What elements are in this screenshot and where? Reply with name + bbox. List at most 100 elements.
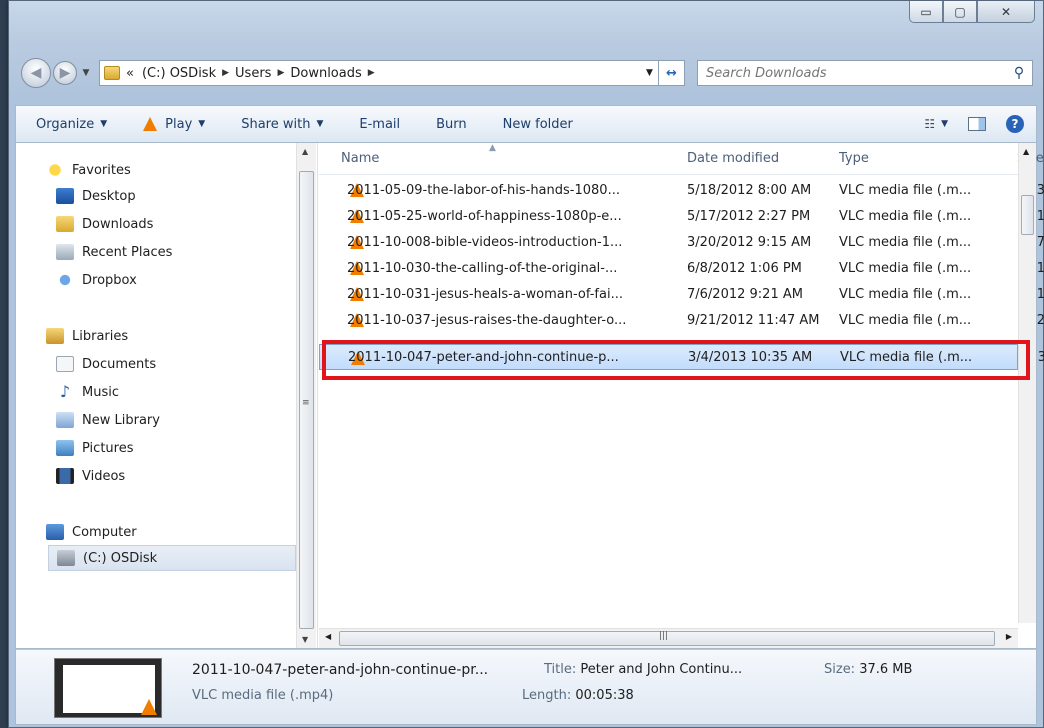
file-list-pane: ▲ Name Date modified Type Size 2011-05-0… <box>319 143 1044 648</box>
scroll-left-icon[interactable]: ◀ <box>325 632 331 641</box>
file-row[interactable]: 2011-05-25-world-of-happiness-1080p-e...… <box>319 203 1044 229</box>
help-button[interactable]: ? <box>1006 115 1024 133</box>
file-row[interactable]: 2011-10-008-bible-videos-introduction-1.… <box>319 229 1044 255</box>
nav-label: Computer <box>72 524 137 540</box>
file-type: VLC media file (.m... <box>839 182 972 198</box>
size-label: Size: <box>824 662 856 677</box>
file-row[interactable]: 2011-10-030-the-calling-of-the-original-… <box>319 255 1044 281</box>
file-type: VLC media file (.m... <box>839 208 972 224</box>
scroll-right-icon[interactable]: ▶ <box>1006 632 1012 641</box>
file-name: 2011-10-031-jesus-heals-a-woman-of-fai..… <box>347 286 623 302</box>
breadcrumb-downloads[interactable]: Downloads <box>284 66 367 81</box>
details-size: Size: 37.6 MB <box>824 662 912 677</box>
breadcrumb-users[interactable]: Users <box>229 66 277 81</box>
file-list-vscroll-thumb[interactable] <box>1021 195 1034 235</box>
column-name[interactable]: Name <box>341 151 379 166</box>
change-view-button[interactable]: ☷ ▼ <box>924 117 948 131</box>
details-title: Title: Peter and John Continu... <box>544 662 742 677</box>
dropbox-icon <box>56 272 74 288</box>
file-name: 2011-10-008-bible-videos-introduction-1.… <box>347 234 623 250</box>
nav-scrollbar[interactable]: ▲ ≡ ▼ <box>296 143 316 648</box>
file-type: VLC media file (.m... <box>839 312 972 328</box>
file-row[interactable]: 2011-05-09-the-labor-of-his-hands-1080..… <box>319 177 1044 203</box>
play-button[interactable]: Play ▼ <box>143 117 205 132</box>
scroll-down-icon[interactable]: ▼ <box>302 635 308 644</box>
file-name: 2011-10-037-jesus-raises-the-daughter-o.… <box>347 312 627 328</box>
back-button[interactable]: ◀ <box>21 58 51 88</box>
nav-documents[interactable]: Documents <box>56 351 156 377</box>
search-input[interactable] <box>706 65 1006 81</box>
breadcrumb-osdisk[interactable]: (C:) OSDisk <box>136 66 222 81</box>
scroll-grip-icon: ||| <box>659 631 669 641</box>
nav-computer[interactable]: Computer <box>46 519 137 545</box>
nav-desktop[interactable]: Desktop <box>56 183 136 209</box>
file-row[interactable]: 2011-10-037-jesus-raises-the-daughter-o.… <box>319 307 1044 333</box>
scroll-grip-icon: ≡ <box>302 398 310 408</box>
pictures-icon <box>56 440 74 456</box>
column-headers: ▲ Name Date modified Type Size <box>319 143 1044 175</box>
file-list-hscrollbar[interactable]: ◀ ||| ▶ <box>319 628 1018 648</box>
recent-places-icon <box>56 244 74 260</box>
sort-ascending-icon: ▲ <box>489 143 496 153</box>
length-label: Length: <box>522 688 572 703</box>
forward-arrow-icon: ▶ <box>59 65 71 81</box>
recent-pages-dropdown[interactable]: ▼ <box>79 68 93 78</box>
file-row-selected[interactable]: 2011-10-047-peter-and-john-continue-p...… <box>319 344 1044 370</box>
file-date: 5/17/2012 2:27 PM <box>687 208 811 224</box>
breadcrumb-chevron-icon[interactable]: ▶ <box>277 68 284 78</box>
breadcrumb-chevron-icon[interactable]: ▶ <box>222 68 229 78</box>
search-box[interactable]: ⚲ <box>697 60 1033 86</box>
refresh-button[interactable]: ↔ <box>659 60 685 86</box>
email-button[interactable]: E-mail <box>359 117 400 132</box>
preview-pane-button[interactable] <box>968 117 986 131</box>
organize-label: Organize <box>36 116 95 132</box>
file-name: 2011-10-047-peter-and-john-continue-p... <box>348 349 619 365</box>
scroll-up-icon[interactable]: ▲ <box>1023 147 1029 156</box>
forward-button[interactable]: ▶ <box>53 61 77 85</box>
details-filetype: VLC media file (.mp4) <box>192 688 334 703</box>
maximize-button[interactable]: ▢ <box>943 1 977 23</box>
file-list-vscrollbar[interactable]: ▲ <box>1018 143 1036 623</box>
burn-button[interactable]: Burn <box>436 117 467 132</box>
main-content: Favorites Desktop Downloads Recent Place… <box>15 143 1044 649</box>
nav-recent-places[interactable]: Recent Places <box>56 239 172 265</box>
nav-downloads[interactable]: Downloads <box>56 211 153 237</box>
scroll-up-icon[interactable]: ▲ <box>302 147 308 156</box>
breadcrumb-overflow[interactable]: « <box>124 66 136 81</box>
nav-osdisk[interactable]: (C:) OSDisk <box>48 545 296 571</box>
organize-button[interactable]: Organize ▼ <box>36 117 107 132</box>
title-value[interactable]: Peter and John Continu... <box>580 662 742 677</box>
nav-label: Downloads <box>82 216 154 232</box>
address-dropdown-icon[interactable]: ▼ <box>640 68 658 78</box>
minimize-button[interactable]: ▭ <box>909 1 943 23</box>
nav-new-library[interactable]: New Library <box>56 407 160 433</box>
nav-dropbox[interactable]: Dropbox <box>56 267 137 293</box>
file-type: VLC media file (.m... <box>839 234 972 250</box>
address-bar[interactable]: « (C:) OSDisk ▶ Users ▶ Downloads ▶ ▼ <box>99 60 659 86</box>
file-name: 2011-05-09-the-labor-of-his-hands-1080..… <box>347 182 620 198</box>
close-button[interactable]: ✕ <box>977 1 1035 23</box>
view-list-icon: ☷ <box>924 117 936 131</box>
nav-music[interactable]: ♪ Music <box>56 379 119 405</box>
file-row[interactable]: 2011-10-031-jesus-heals-a-woman-of-fai..… <box>319 281 1044 307</box>
dropdown-arrow-icon: ▼ <box>100 119 108 129</box>
details-length: Length: 00:05:38 <box>522 688 634 703</box>
nav-pictures[interactable]: Pictures <box>56 435 133 461</box>
new-folder-button[interactable]: New folder <box>503 117 573 132</box>
nav-label: Pictures <box>82 440 134 456</box>
file-type: VLC media file (.m... <box>839 286 972 302</box>
navigation-pane: Favorites Desktop Downloads Recent Place… <box>16 143 318 648</box>
nav-libraries[interactable]: Libraries <box>46 323 128 349</box>
nav-label: Recent Places <box>82 244 173 260</box>
window-controls: ▭ ▢ ✕ <box>909 1 1035 23</box>
breadcrumb-chevron-icon[interactable]: ▶ <box>368 68 375 78</box>
share-with-label: Share with <box>241 116 311 132</box>
share-with-button[interactable]: Share with ▼ <box>241 117 323 132</box>
nav-videos[interactable]: Videos <box>56 463 125 489</box>
search-icon[interactable]: ⚲ <box>1006 65 1032 81</box>
column-type[interactable]: Type <box>839 151 869 166</box>
file-date: 7/6/2012 9:21 AM <box>687 286 803 302</box>
column-date-modified[interactable]: Date modified <box>687 151 779 166</box>
nav-favorites[interactable]: Favorites <box>46 157 131 183</box>
command-bar: Organize ▼ Play ▼ Share with ▼ E-mail Burn … <box>15 105 1037 143</box>
